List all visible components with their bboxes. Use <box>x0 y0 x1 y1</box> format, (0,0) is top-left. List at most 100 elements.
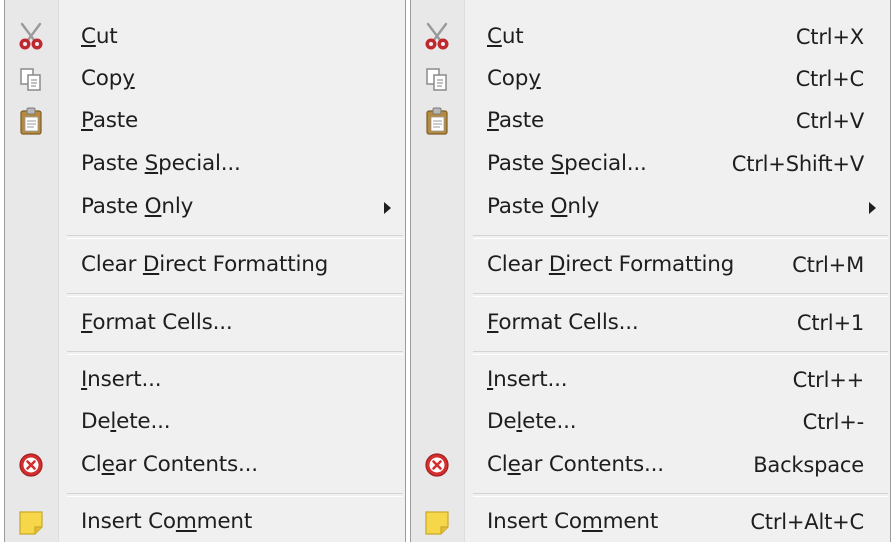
menu-item-insert-comment[interactable]: Insert Comment Ctrl+Alt+C <box>411 501 890 543</box>
label-text: aste <box>92 108 139 133</box>
menu-item-label: Cut <box>81 16 118 58</box>
menu-item-format-cells[interactable]: Format Cells... Ctrl+1 <box>411 302 890 344</box>
label-text: irect Formatting <box>159 252 329 277</box>
label-text: Insert Co <box>487 509 582 534</box>
copy-icon <box>421 63 453 95</box>
label-text: De <box>81 409 111 434</box>
menu-item-label: Insert Comment <box>81 501 252 543</box>
label-text: ormat Cells... <box>92 310 233 335</box>
menu-item-paste-special[interactable]: Paste Special... <box>5 143 405 185</box>
menu-item-label: Paste Special... <box>487 143 647 185</box>
label-text: Cl <box>81 452 102 477</box>
label-text: Paste <box>487 194 551 219</box>
menu-separator <box>473 293 888 297</box>
menu-item-label: Copy <box>487 58 541 100</box>
menu-separator <box>473 235 888 239</box>
label-text: ut <box>95 24 118 49</box>
menu-item-label: Paste <box>487 100 544 142</box>
label-text: Cl <box>487 452 508 477</box>
menu-item-clear-direct-formatting[interactable]: Clear Direct Formatting <box>5 244 405 286</box>
label-text: aste <box>498 108 545 133</box>
shortcut-label: Ctrl+X <box>795 25 864 49</box>
mnemonic-key: F <box>81 310 93 335</box>
menu-item-cut[interactable]: Cut Ctrl+X <box>411 16 890 58</box>
menu-item-label: Delete... <box>487 401 577 443</box>
menu-item-copy[interactable]: Copy <box>5 58 405 100</box>
mnemonic-key: F <box>487 310 499 335</box>
clipboard-icon <box>15 105 47 137</box>
mnemonic-key: m <box>175 509 197 534</box>
clear-circle-icon <box>15 449 47 481</box>
menu-item-label: Copy <box>81 58 135 100</box>
menu-separator <box>67 493 403 497</box>
menu-item-insert[interactable]: Insert... Ctrl++ <box>411 359 890 401</box>
menu-item-cut[interactable]: Cut <box>5 16 405 58</box>
menu-item-format-cells[interactable]: Format Cells... <box>5 302 405 344</box>
menu-item-label: Clear Contents... <box>81 444 258 486</box>
menu-item-insert[interactable]: Insert... <box>5 359 405 401</box>
menu-item-label: Clear Direct Formatting <box>487 244 734 286</box>
mnemonic-key: C <box>81 24 96 49</box>
label-text: Insert Co <box>81 509 176 534</box>
scissors-icon <box>421 21 453 53</box>
submenu-arrow-icon <box>869 202 876 214</box>
shortcut-label: Ctrl++ <box>792 368 865 392</box>
label-text: pecial... <box>564 151 647 176</box>
menu-item-paste-special[interactable]: Paste Special... Ctrl+Shift+V <box>411 143 890 185</box>
menu-item-delete[interactable]: Delete... <box>5 401 405 443</box>
mnemonic-key: P <box>81 108 93 133</box>
label-text: irect Formatting <box>565 252 735 277</box>
shortcut-label: Ctrl+M <box>792 253 864 277</box>
menu-item-label: Insert... <box>81 359 162 401</box>
sticky-note-icon <box>15 506 47 538</box>
label-text: nly <box>567 194 600 219</box>
copy-icon <box>15 63 47 95</box>
mnemonic-key: S <box>144 151 159 176</box>
mnemonic-key: D <box>548 252 566 277</box>
menu-item-label: Delete... <box>81 401 171 443</box>
label-text: ment <box>602 509 659 534</box>
shortcut-label: Ctrl+Shift+V <box>731 152 864 176</box>
mnemonic-key: m <box>581 509 603 534</box>
menu-item-paste-only[interactable]: Paste Only <box>411 186 890 228</box>
menu-item-clear-contents[interactable]: Clear Contents... Backspace <box>411 444 890 486</box>
mnemonic-key: O <box>144 194 162 219</box>
label-text: ete... <box>116 409 171 434</box>
menu-item-paste[interactable]: Paste <box>5 100 405 142</box>
label-text: ete... <box>522 409 577 434</box>
label-text: ar Contents... <box>114 452 258 477</box>
label-text: pecial... <box>158 151 241 176</box>
label-text: ormat Cells... <box>498 310 639 335</box>
label-text: Cop <box>81 66 123 91</box>
scissors-icon <box>15 21 47 53</box>
menu-item-insert-comment[interactable]: Insert Comment <box>5 501 405 543</box>
menu-item-paste-only[interactable]: Paste Only <box>5 186 405 228</box>
menu-item-copy[interactable]: Copy Ctrl+C <box>411 58 890 100</box>
label-text: ut <box>501 24 524 49</box>
shortcut-label: Ctrl+1 <box>796 311 864 335</box>
label-text: Paste <box>81 151 145 176</box>
shortcut-label: Ctrl+Alt+C <box>750 510 864 534</box>
label-text: Paste <box>81 194 145 219</box>
shortcut-label: Ctrl+C <box>795 67 865 91</box>
menu-item-clear-contents[interactable]: Clear Contents... <box>5 444 405 486</box>
menu-item-clear-direct-formatting[interactable]: Clear Direct Formatting Ctrl+M <box>411 244 890 286</box>
label-text: De <box>487 409 517 434</box>
menu-item-label: Paste Only <box>487 186 599 228</box>
mnemonic-key: y <box>528 66 541 91</box>
menu-item-label: Paste Special... <box>81 143 241 185</box>
mnemonic-key: P <box>487 108 499 133</box>
mnemonic-key: e <box>101 452 115 477</box>
mnemonic-key: S <box>550 151 565 176</box>
label-text: ment <box>196 509 253 534</box>
context-menu-with-shortcuts: Cut Ctrl+X Copy Ctrl+C Paste Ctrl+V Paste Spec… <box>410 0 891 542</box>
shortcut-label: Ctrl+V <box>795 109 864 133</box>
menu-item-label: Paste <box>81 100 138 142</box>
menu-item-delete[interactable]: Delete... Ctrl+- <box>411 401 890 443</box>
label-text: nsert... <box>87 367 162 392</box>
menu-item-label: Insert Comment <box>487 501 658 543</box>
shortcut-label: Backspace <box>753 453 864 477</box>
submenu-arrow-icon <box>384 202 391 214</box>
mnemonic-key: C <box>487 24 502 49</box>
menu-item-paste[interactable]: Paste Ctrl+V <box>411 100 890 142</box>
